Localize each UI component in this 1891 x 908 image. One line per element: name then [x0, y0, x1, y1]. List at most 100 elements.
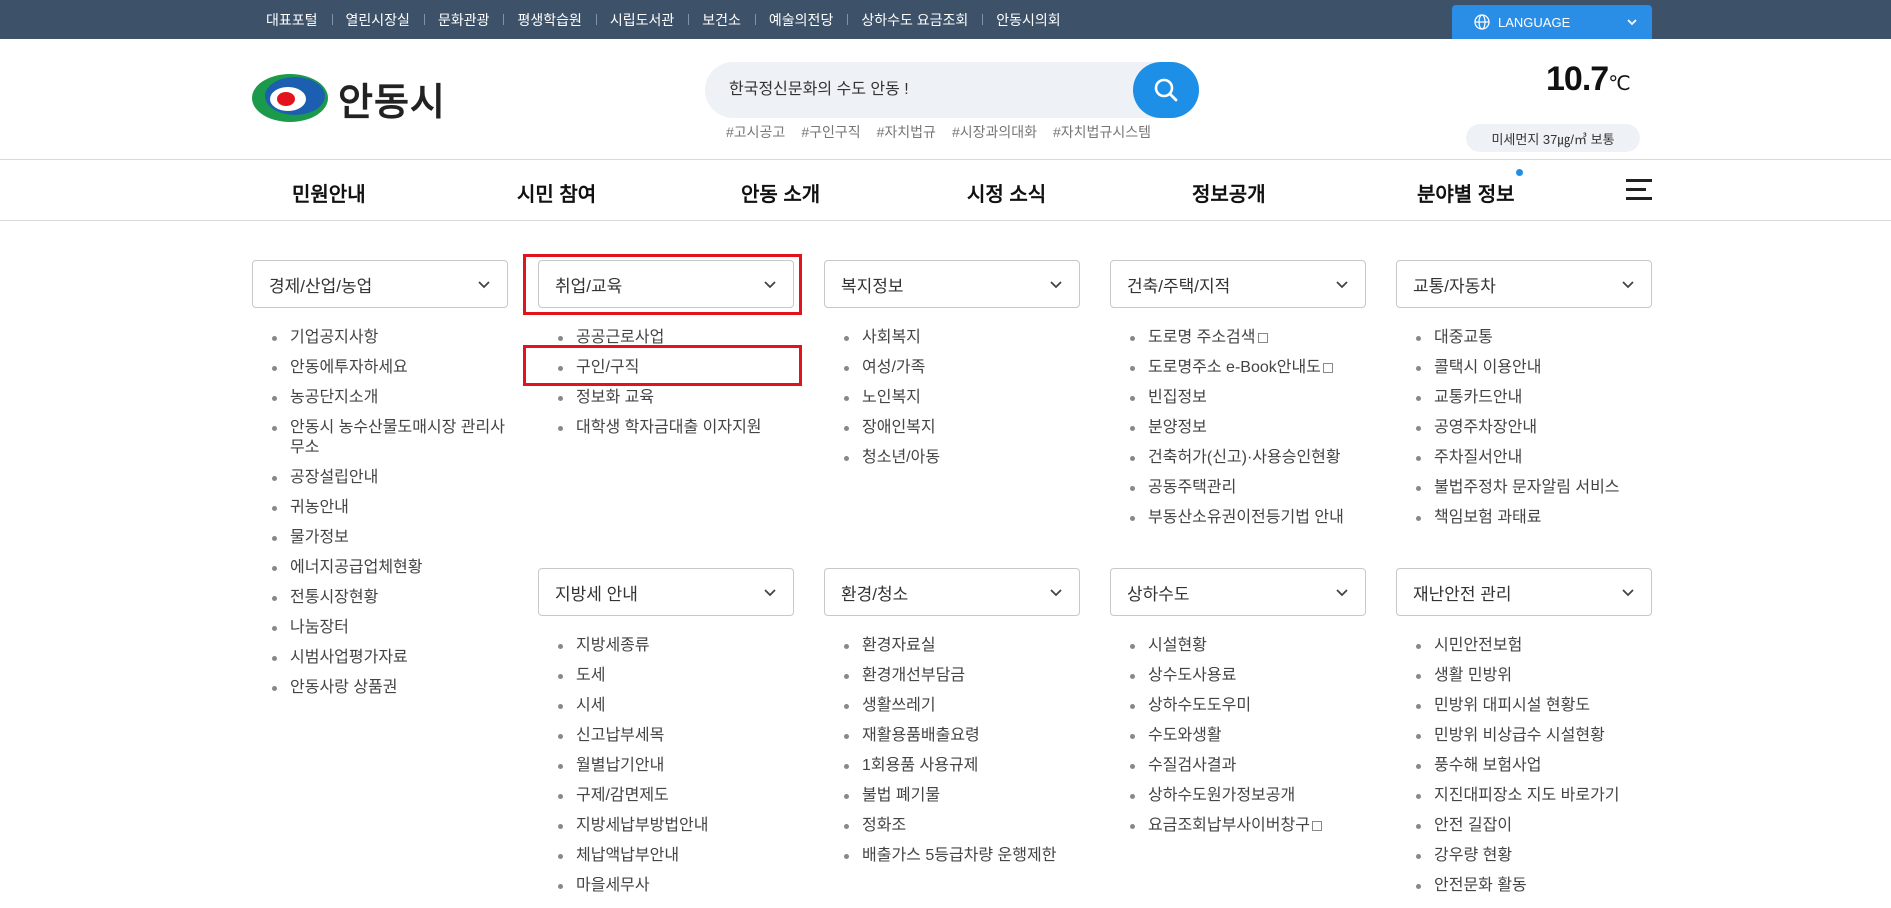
hashtag[interactable]: #고시공고 — [726, 122, 785, 142]
list-item[interactable]: 에너지공급업체현황 — [272, 558, 508, 578]
category-header[interactable]: 상하수도 — [1110, 568, 1366, 616]
nav-field-information[interactable]: 분야별 정보 — [1417, 178, 1515, 207]
list-item[interactable]: 시세 — [558, 696, 794, 716]
list-item[interactable]: 불법주정차 문자알림 서비스 — [1416, 478, 1652, 498]
list-item[interactable]: 콜택시 이용안내 — [1416, 358, 1652, 378]
list-item[interactable]: 생활 민방위 — [1416, 666, 1652, 686]
site-logo[interactable]: 안동시 — [250, 68, 450, 128]
list-item[interactable]: 주차질서안내 — [1416, 448, 1652, 468]
list-item[interactable]: 장애인복지 — [844, 418, 1080, 438]
category-header[interactable]: 건축/주택/지적 — [1110, 260, 1366, 308]
nav-information-disclosure[interactable]: 정보공개 — [1192, 178, 1266, 207]
list-item[interactable]: 수도와생활 — [1130, 726, 1366, 746]
list-item[interactable]: 풍수해 보험사업 — [1416, 756, 1652, 776]
list-item[interactable]: 공영주차장안내 — [1416, 418, 1652, 438]
list-item[interactable]: 사회복지 — [844, 328, 1080, 348]
list-item[interactable]: 환경개선부담금 — [844, 666, 1080, 686]
list-item[interactable]: 구제/감면제도 — [558, 786, 794, 806]
list-item[interactable]: 공장설립안내 — [272, 468, 508, 488]
top-link-portal[interactable]: 대표포털 — [252, 10, 332, 30]
list-item[interactable]: 시민안전보험 — [1416, 636, 1652, 656]
list-item[interactable]: 책임보험 과태료 — [1416, 508, 1652, 528]
list-item[interactable]: 상수도사용료 — [1130, 666, 1366, 686]
list-item[interactable]: 상하수도원가정보공개 — [1130, 786, 1366, 806]
list-item[interactable]: 시설현황 — [1130, 636, 1366, 656]
list-item[interactable]: 농공단지소개 — [272, 388, 508, 408]
nav-about-andong[interactable]: 안동 소개 — [741, 178, 820, 207]
top-link-council[interactable]: 안동시의회 — [982, 10, 1074, 30]
category-header[interactable]: 교통/자동차 — [1396, 260, 1652, 308]
category-header[interactable]: 경제/산업/농업 — [252, 260, 508, 308]
list-item[interactable]: 귀농안내 — [272, 498, 508, 518]
list-item[interactable]: 재활용품배출요령 — [844, 726, 1080, 746]
list-item[interactable]: 빈집정보 — [1130, 388, 1366, 408]
list-item[interactable]: 도로명 주소검색 — [1130, 328, 1366, 348]
nav-citizen-participation[interactable]: 시민 참여 — [517, 178, 596, 207]
list-item[interactable]: 안동사랑 상품권 — [272, 678, 508, 698]
hashtag[interactable]: #자치법규시스템 — [1053, 122, 1151, 142]
list-item[interactable]: 정보화 교육 — [558, 388, 794, 408]
list-item[interactable]: 물가정보 — [272, 528, 508, 548]
list-item[interactable]: 지방세납부방법안내 — [558, 816, 794, 836]
list-item[interactable]: 시범사업평가자료 — [272, 648, 508, 668]
list-item[interactable]: 월별납기안내 — [558, 756, 794, 776]
list-item[interactable]: 기업공지사항 — [272, 328, 508, 348]
search-button[interactable] — [1133, 62, 1199, 118]
list-item[interactable]: 민방위 대피시설 현황도 — [1416, 696, 1652, 716]
list-item[interactable]: 공동주택관리 — [1130, 478, 1366, 498]
list-item[interactable]: 신고납부세목 — [558, 726, 794, 746]
list-item[interactable]: 상하수도도우미 — [1130, 696, 1366, 716]
list-item[interactable]: 도세 — [558, 666, 794, 686]
list-item[interactable]: 안동시 농수산물도매시장 관리사무소 — [272, 418, 508, 458]
hashtag[interactable]: #구인구직 — [801, 122, 860, 142]
list-item[interactable]: 대중교통 — [1416, 328, 1652, 348]
list-item[interactable]: 노인복지 — [844, 388, 1080, 408]
list-item[interactable]: 도로명주소 e-Book안내도 — [1130, 358, 1366, 378]
list-item[interactable]: 정화조 — [844, 816, 1080, 836]
list-item[interactable]: 지진대피장소 지도 바로가기 — [1416, 786, 1652, 806]
list-item[interactable]: 요금조회납부사이버창구 — [1130, 816, 1366, 836]
menu-icon[interactable] — [1626, 177, 1652, 201]
list-item[interactable]: 나눔장터 — [272, 618, 508, 638]
list-item[interactable]: 민방위 비상급수 시설현황 — [1416, 726, 1652, 746]
list-item[interactable]: 지방세종류 — [558, 636, 794, 656]
list-item[interactable]: 부동산소유권이전등기법 안내 — [1130, 508, 1366, 528]
list-item[interactable]: 생활쓰레기 — [844, 696, 1080, 716]
list-item[interactable]: 1회용품 사용규제 — [844, 756, 1080, 776]
list-item[interactable]: 안전문화 활동 — [1416, 876, 1652, 896]
category-header[interactable]: 환경/청소 — [824, 568, 1080, 616]
list-item[interactable]: 환경자료실 — [844, 636, 1080, 656]
category-header[interactable]: 지방세 안내 — [538, 568, 794, 616]
list-item[interactable]: 안전 길잡이 — [1416, 816, 1652, 836]
language-select[interactable]: LANGUAGE — [1452, 5, 1652, 39]
list-item[interactable]: 안동에투자하세요 — [272, 358, 508, 378]
list-item[interactable]: 수질검사결과 — [1130, 756, 1366, 776]
list-item[interactable]: 전통시장현황 — [272, 588, 508, 608]
list-item[interactable]: 체납액납부안내 — [558, 846, 794, 866]
top-link-culture[interactable]: 문화관광 — [423, 10, 504, 30]
list-item[interactable]: 여성/가족 — [844, 358, 1080, 378]
top-link-learning[interactable]: 평생학습원 — [503, 10, 595, 30]
hashtag[interactable]: #시장과의대화 — [952, 122, 1037, 142]
list-item[interactable]: 배출가스 5등급차량 운행제한 — [844, 846, 1080, 866]
search-input[interactable] — [729, 76, 1109, 104]
list-item[interactable]: 청소년/아동 — [844, 448, 1080, 468]
hashtag[interactable]: #자치법규 — [877, 122, 936, 142]
list-item[interactable]: 분양정보 — [1130, 418, 1366, 438]
category-header[interactable]: 재난안전 관리 — [1396, 568, 1652, 616]
top-link-mayor[interactable]: 열린시장실 — [331, 10, 424, 30]
top-link-health[interactable]: 보건소 — [688, 10, 755, 30]
list-item[interactable]: 건축허가(신고)·사용승인현황 — [1130, 448, 1366, 468]
nav-civil-affairs[interactable]: 민원안내 — [292, 178, 366, 207]
list-item[interactable]: 불법 폐기물 — [844, 786, 1080, 806]
nav-city-news[interactable]: 시정 소식 — [967, 178, 1046, 207]
category-header[interactable]: 복지정보 — [824, 260, 1080, 308]
top-link-library[interactable]: 시립도서관 — [595, 10, 688, 30]
list-item[interactable]: 교통카드안내 — [1416, 388, 1652, 408]
top-link-water-fee[interactable]: 상하수도 요금조회 — [847, 10, 982, 30]
top-link-arts[interactable]: 예술의전당 — [754, 10, 847, 30]
list-item-label: 도로명주소 e-Book안내도 — [1148, 359, 1321, 376]
list-item[interactable]: 대학생 학자금대출 이자지원 — [558, 418, 794, 438]
list-item[interactable]: 강우량 현황 — [1416, 846, 1652, 866]
list-item[interactable]: 마을세무사 — [558, 876, 794, 896]
